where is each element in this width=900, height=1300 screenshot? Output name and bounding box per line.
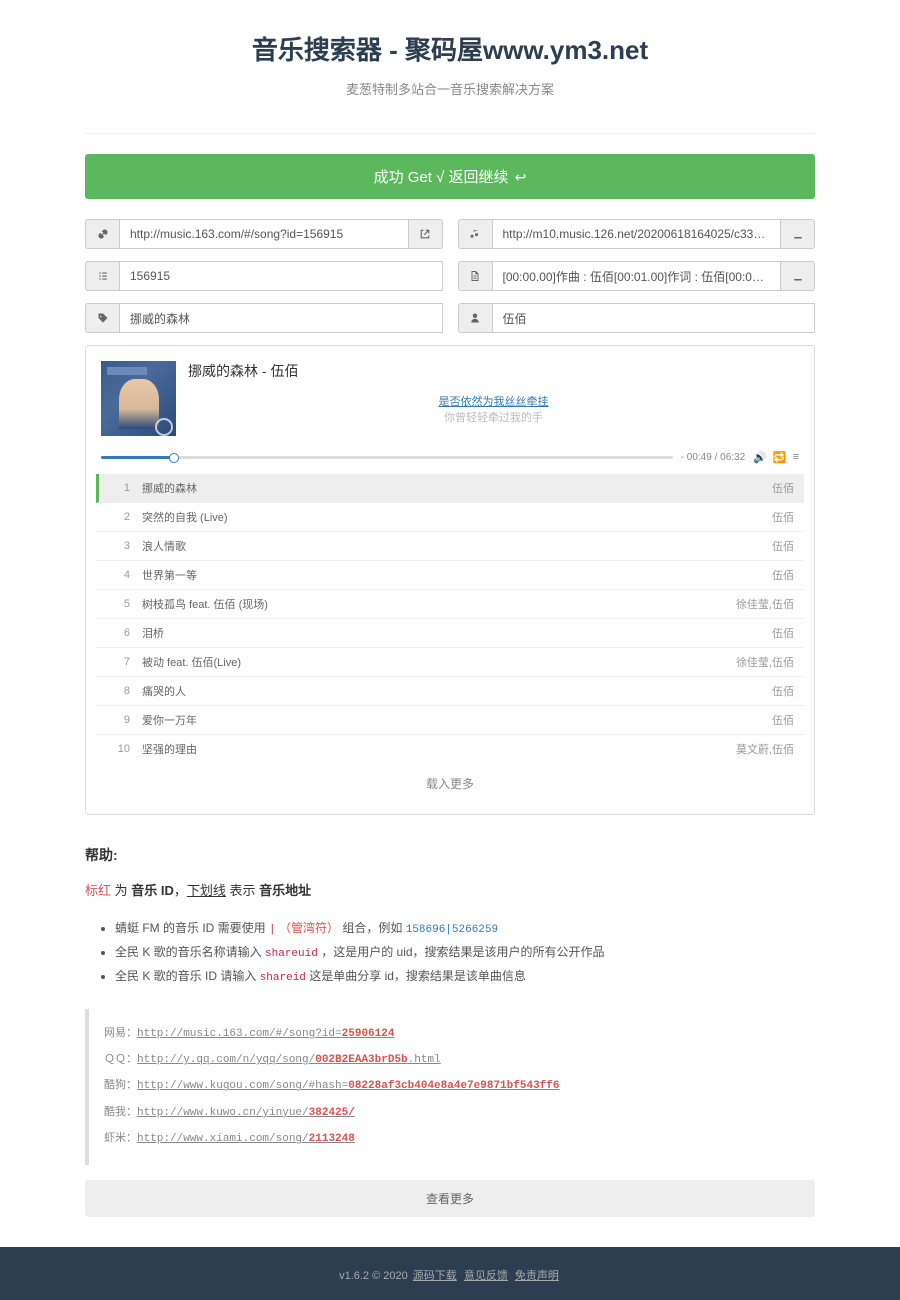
example-row: 酷我：http://www.kuwo.cn/yinyue/382425/: [104, 1100, 800, 1126]
reply-icon: ↩: [515, 169, 527, 185]
example-row: 酷狗：http://www.kugou.com/song/#hash=08228…: [104, 1073, 800, 1099]
tag-icon: [85, 303, 119, 333]
artist-input[interactable]: [492, 303, 816, 333]
player-title: 挪威的森林 - 伍佰: [188, 361, 799, 381]
link-icon: [85, 219, 119, 249]
playlist: 1挪威的森林伍佰2突然的自我 (Live)伍佰3浪人情歌伍佰4世界第一等伍佰5树…: [96, 474, 804, 763]
url-examples: 网易：http://music.163.com/#/song?id=259061…: [85, 1009, 815, 1165]
volume-icon[interactable]: 🔊: [753, 451, 767, 464]
album-art: [101, 361, 176, 436]
id-input[interactable]: [119, 261, 443, 291]
success-banner[interactable]: 成功 Get √ 返回继续 ↩: [85, 154, 815, 199]
playlist-item[interactable]: 4世界第一等伍佰: [96, 561, 804, 590]
example-row: ＱＱ：http://y.qq.com/n/yqq/song/002B2EAA3b…: [104, 1047, 800, 1073]
playlist-item[interactable]: 1挪威的森林伍佰: [96, 474, 804, 503]
download-icon[interactable]: [781, 219, 815, 249]
page-header: 音乐搜索器 - 聚码屋www.ym3.net 麦葱特制多站合一音乐搜索解决方案: [85, 0, 815, 118]
playlist-item[interactable]: 6泪桥伍佰: [96, 619, 804, 648]
artist-field: [458, 303, 816, 333]
help-item: 全民 K 歌的音乐名称请输入 shareuid ，这是用户的 uid，搜索结果是…: [115, 941, 815, 965]
name-field: [85, 303, 443, 333]
footer: v1.6.2 © 2020 源码下载 意见反馈 免责声明: [0, 1247, 900, 1300]
help-section: 帮助: 标红 为 音乐 ID，下划线 表示 音乐地址 蜻蜓 FM 的音乐 ID …: [85, 845, 815, 1217]
help-item: 全民 K 歌的音乐 ID 请输入 shareid 这是单曲分享 id，搜索结果是…: [115, 965, 815, 989]
example-row: 网易：http://music.163.com/#/song?id=259061…: [104, 1021, 800, 1047]
footer-link-feedback[interactable]: 意见反馈: [464, 1270, 508, 1282]
playlist-item[interactable]: 9爱你一万年伍佰: [96, 706, 804, 735]
divider: [85, 133, 815, 134]
playlist-item[interactable]: 10坚强的理由莫文蔚,伍佰: [96, 735, 804, 763]
help-item: 蜻蜓 FM 的音乐 ID 需要使用 | （管湾符） 组合，例如 158696|5…: [115, 917, 815, 941]
playlist-item[interactable]: 5树枝孤鸟 feat. 伍佰 (现场)徐佳莹,伍佰: [96, 590, 804, 619]
url-field: [85, 219, 443, 249]
lrc-field: [458, 261, 816, 291]
mp3-input[interactable]: [492, 219, 782, 249]
music-icon: [458, 219, 492, 249]
list-icon: [85, 261, 119, 291]
menu-icon[interactable]: ≡: [793, 451, 799, 464]
name-input[interactable]: [119, 303, 443, 333]
user-icon: [458, 303, 492, 333]
load-more-button[interactable]: 载入更多: [96, 763, 804, 804]
player-lyric: 是否依然为我丝丝牵挂 你曾轻轻牵过我的手: [188, 393, 799, 425]
show-more-button[interactable]: 查看更多: [85, 1180, 815, 1217]
playlist-item[interactable]: 2突然的自我 (Live)伍佰: [96, 503, 804, 532]
footer-link-source[interactable]: 源码下载: [413, 1270, 457, 1282]
url-input[interactable]: [119, 219, 409, 249]
playlist-item[interactable]: 8痛哭的人伍佰: [96, 677, 804, 706]
footer-link-disclaimer[interactable]: 免责声明: [515, 1270, 559, 1282]
help-legend: 标红 为 音乐 ID，下划线 表示 音乐地址: [85, 880, 815, 899]
open-external-icon[interactable]: [409, 219, 443, 249]
playlist-item[interactable]: 7被动 feat. 伍佰(Live)徐佳莹,伍佰: [96, 648, 804, 677]
progress-time: - 00:49 / 06:32: [681, 452, 746, 463]
progress-bar[interactable]: [101, 456, 673, 459]
loop-icon[interactable]: 🔁: [773, 451, 787, 464]
page-title: 音乐搜索器 - 聚码屋www.ym3.net: [85, 30, 815, 67]
example-row: 虾米：http://www.xiami.com/song/2113248: [104, 1126, 800, 1152]
help-title: 帮助:: [85, 845, 815, 865]
playlist-item[interactable]: 3浪人情歌伍佰: [96, 532, 804, 561]
mp3-field: [458, 219, 816, 249]
lrc-input[interactable]: [492, 261, 782, 291]
id-field: [85, 261, 443, 291]
success-text: 成功 Get √ 返回继续: [374, 169, 513, 186]
download-icon[interactable]: [781, 261, 815, 291]
page-subtitle: 麦葱特制多站合一音乐搜索解决方案: [85, 79, 815, 98]
player: 挪威的森林 - 伍佰 是否依然为我丝丝牵挂 你曾轻轻牵过我的手 - 00:49 …: [85, 345, 815, 815]
file-icon: [458, 261, 492, 291]
